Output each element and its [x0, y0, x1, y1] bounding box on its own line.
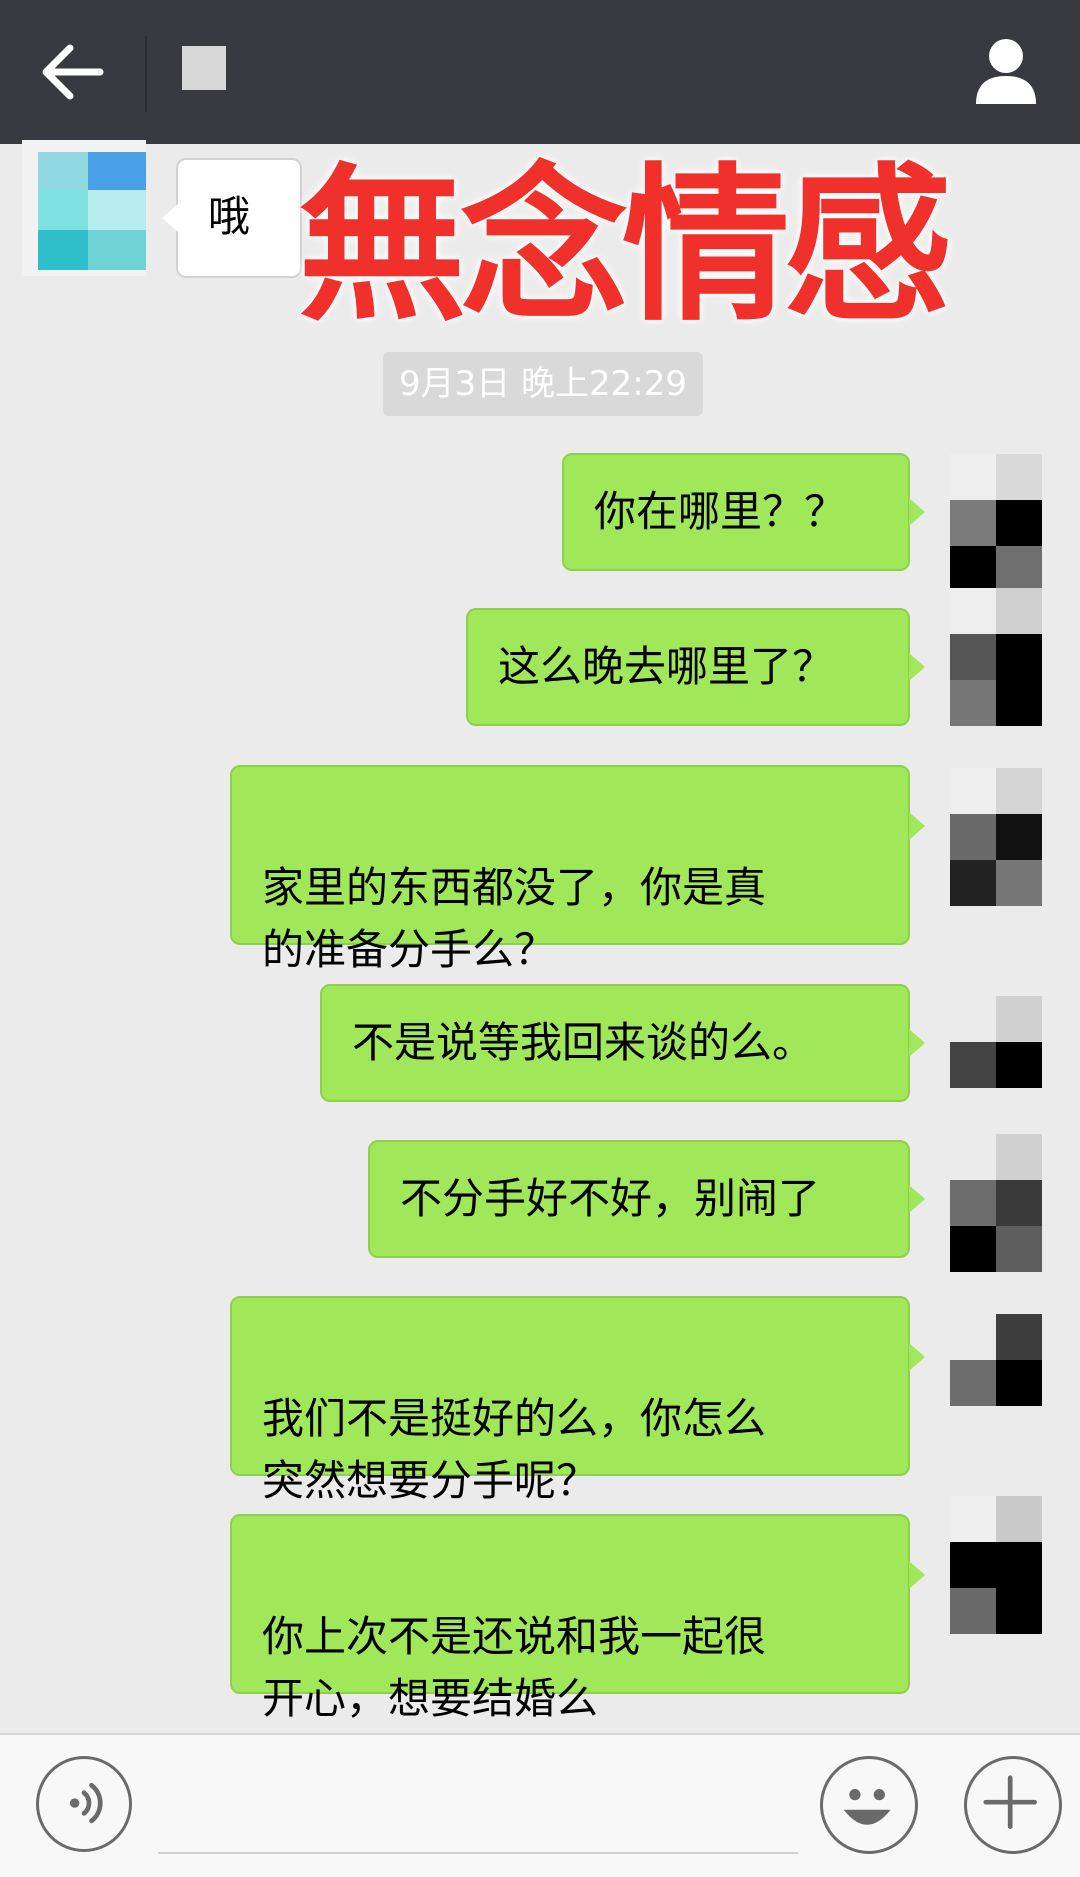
message-text: 不是说等我回来谈的么。: [352, 1018, 815, 1067]
voice-button[interactable]: [36, 1756, 132, 1852]
person-icon[interactable]: [972, 34, 1040, 106]
input-toolbar: [0, 1733, 1080, 1877]
incoming-message[interactable]: 哦: [176, 158, 302, 278]
bubble-tail: [162, 204, 178, 232]
message-text: 不分手好不好，别闹了: [400, 1174, 821, 1223]
bubble-tail: [909, 1029, 925, 1057]
bubble-tail: [909, 653, 925, 681]
outgoing-message[interactable]: 不分手好不好，别闹了: [368, 1140, 910, 1258]
outgoing-message[interactable]: 这么晚去哪里了？: [466, 608, 910, 726]
arrow-left-icon[interactable]: [38, 40, 108, 104]
message-text: 你在哪里？？: [594, 487, 847, 536]
timestamp: 9月3日 晚上22:29: [383, 352, 703, 416]
overlay-watermark-title: 無念情感: [298, 148, 952, 344]
message-text: 你上次不是还说和我一起很 开心，想要结婚么: [262, 1612, 767, 1723]
message-text: 这么晚去哪里了？: [498, 642, 835, 691]
bubble-tail: [909, 1343, 925, 1371]
outgoing-message[interactable]: 我们不是挺好的么，你怎么 突然想要分手呢？: [230, 1296, 910, 1505]
emoji-button[interactable]: [820, 1756, 918, 1854]
own-avatar[interactable]: [950, 1314, 1042, 1406]
outgoing-message[interactable]: 不是说等我回来谈的么。: [320, 984, 910, 1102]
own-avatar[interactable]: [950, 588, 1042, 726]
voice-icon: [69, 1782, 103, 1824]
message-input[interactable]: [158, 1852, 798, 1854]
own-avatar[interactable]: [950, 454, 1042, 592]
more-button[interactable]: [964, 1756, 1062, 1854]
chat-title-redacted: [182, 46, 226, 90]
bubble-tail: [909, 1561, 925, 1589]
bubble-tail: [909, 498, 925, 526]
outgoing-message[interactable]: 你上次不是还说和我一起很 开心，想要结婚么: [230, 1514, 910, 1723]
own-avatar[interactable]: [950, 1496, 1042, 1634]
smiley-icon: [843, 1789, 891, 1825]
own-avatar[interactable]: [950, 1134, 1042, 1272]
own-avatar[interactable]: [950, 996, 1042, 1088]
title-bar: [0, 0, 1080, 144]
bubble-tail: [909, 812, 925, 840]
contact-avatar[interactable]: [22, 140, 146, 276]
outgoing-message[interactable]: 你在哪里？？: [562, 453, 910, 571]
plus-icon: [983, 1775, 1037, 1829]
message-text: 家里的东西都没了，你是真 的准备分手么？: [262, 863, 767, 974]
outgoing-message[interactable]: 家里的东西都没了，你是真 的准备分手么？: [230, 765, 910, 974]
bubble-tail: [909, 1185, 925, 1213]
message-text: 我们不是挺好的么，你怎么 突然想要分手呢？: [262, 1394, 767, 1505]
message-text: 哦: [208, 192, 251, 241]
own-avatar[interactable]: [950, 768, 1042, 906]
header-divider: [145, 36, 147, 112]
